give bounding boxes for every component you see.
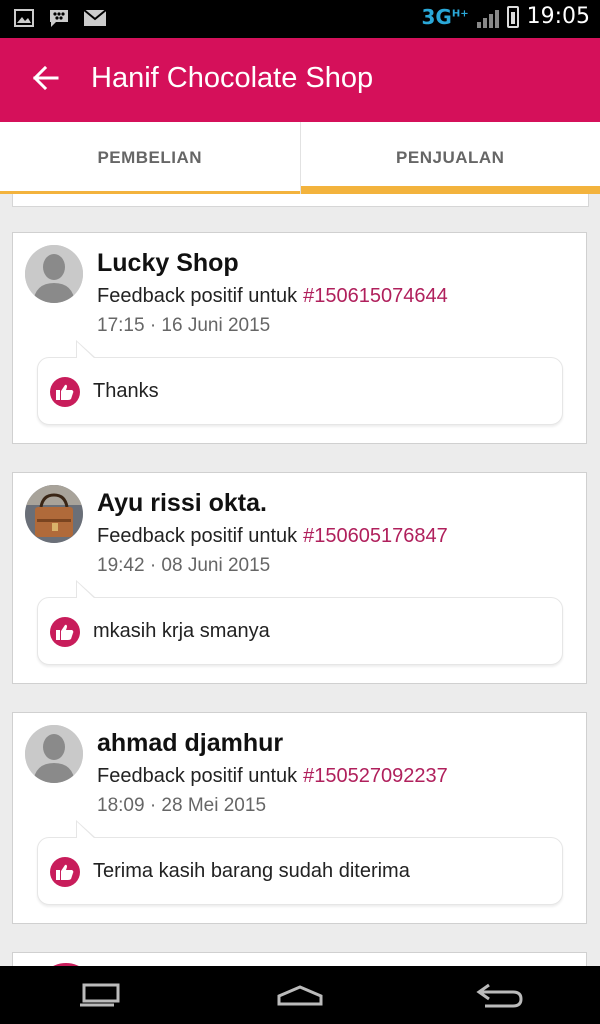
feedback-list[interactable]: Lucky Shop Feedback positif untuk #150615… (0, 194, 600, 966)
order-id-link[interactable]: #150615074644 (303, 285, 448, 307)
previous-card-edge (12, 194, 589, 207)
comment-text: Terima kasih barang sudah diterima (93, 860, 410, 882)
tab-label: PEMBELIAN (97, 148, 203, 167)
bubble-tail (76, 580, 96, 599)
avatar[interactable] (25, 725, 83, 783)
home-icon[interactable] (260, 970, 340, 1020)
bbm-icon (50, 10, 68, 27)
feedback-card[interactable]: Ayu rissi okta. Feedback positif untuk #1… (12, 472, 587, 684)
bubble-tail (76, 340, 96, 359)
image-icon (14, 9, 34, 27)
avatar[interactable] (25, 245, 83, 303)
back-icon[interactable] (460, 970, 540, 1020)
feedback-line: Feedback positif untuk #150527092237 (97, 765, 448, 788)
tab-active-indicator (300, 186, 600, 194)
feedback-line: Feedback positif untuk #150605176847 (97, 525, 448, 548)
system-nav-bar (0, 966, 600, 1024)
thumbs-up-icon (50, 857, 80, 887)
feedback-timestamp: 19:42 · 08 Juni 2015 (97, 555, 271, 576)
bubble-tail (76, 820, 96, 839)
recent-apps-icon[interactable] (60, 970, 140, 1020)
network-type: 3GH+ (421, 4, 469, 29)
reviewer-name[interactable]: Ayu rissi okta. (97, 489, 267, 518)
feedback-timestamp: 18:09 · 28 Mei 2015 (97, 795, 267, 816)
tab-penjualan[interactable]: PENJUALAN (300, 122, 600, 194)
comment-bubble: Thanks (37, 340, 563, 425)
tab-label: PENJUALAN (396, 148, 505, 167)
reviewer-name[interactable]: ahmad djamhur (97, 729, 283, 758)
thumbs-up-icon (50, 617, 80, 647)
feedback-card[interactable]: ahmad djamhur Feedback positif untuk #150… (12, 712, 587, 924)
order-id-link[interactable]: #150605176847 (303, 525, 448, 547)
app-bar: Hanif Chocolate Shop (0, 38, 600, 122)
feedback-timestamp: 17:15 · 16 Juni 2015 (97, 315, 271, 336)
order-id-link[interactable]: #150527092237 (303, 765, 448, 787)
arrow-back-icon[interactable] (24, 56, 68, 100)
comment-bubble: mkasih krja smanya (37, 580, 563, 665)
reviewer-name[interactable]: Lucky Shop (97, 249, 239, 278)
comment-text: Thanks (93, 380, 159, 402)
next-feedback-card[interactable] (12, 952, 587, 966)
battery-icon (506, 5, 519, 28)
comment-text: mkasih krja smanya (93, 620, 270, 642)
feedback-text: Feedback positif untuk (97, 525, 298, 547)
status-time: 19:05 (526, 4, 590, 29)
mail-icon (84, 10, 106, 26)
comment-bubble: Terima kasih barang sudah diterima (37, 820, 563, 905)
status-bar: 3GH+ 19:05 (0, 0, 600, 38)
tab-bar: PEMBELIAN PENJUALAN (0, 122, 600, 194)
thumbs-up-icon (50, 377, 80, 407)
feedback-text: Feedback positif untuk (97, 765, 298, 787)
avatar[interactable] (25, 485, 83, 543)
feedback-line: Feedback positif untuk #150615074644 (97, 285, 448, 308)
feedback-text: Feedback positif untuk (97, 285, 298, 307)
tab-pembelian[interactable]: PEMBELIAN (0, 122, 301, 194)
signal-icon (476, 6, 499, 28)
feedback-card[interactable]: Lucky Shop Feedback positif untuk #150615… (12, 232, 587, 444)
page-title: Hanif Chocolate Shop (91, 62, 374, 94)
